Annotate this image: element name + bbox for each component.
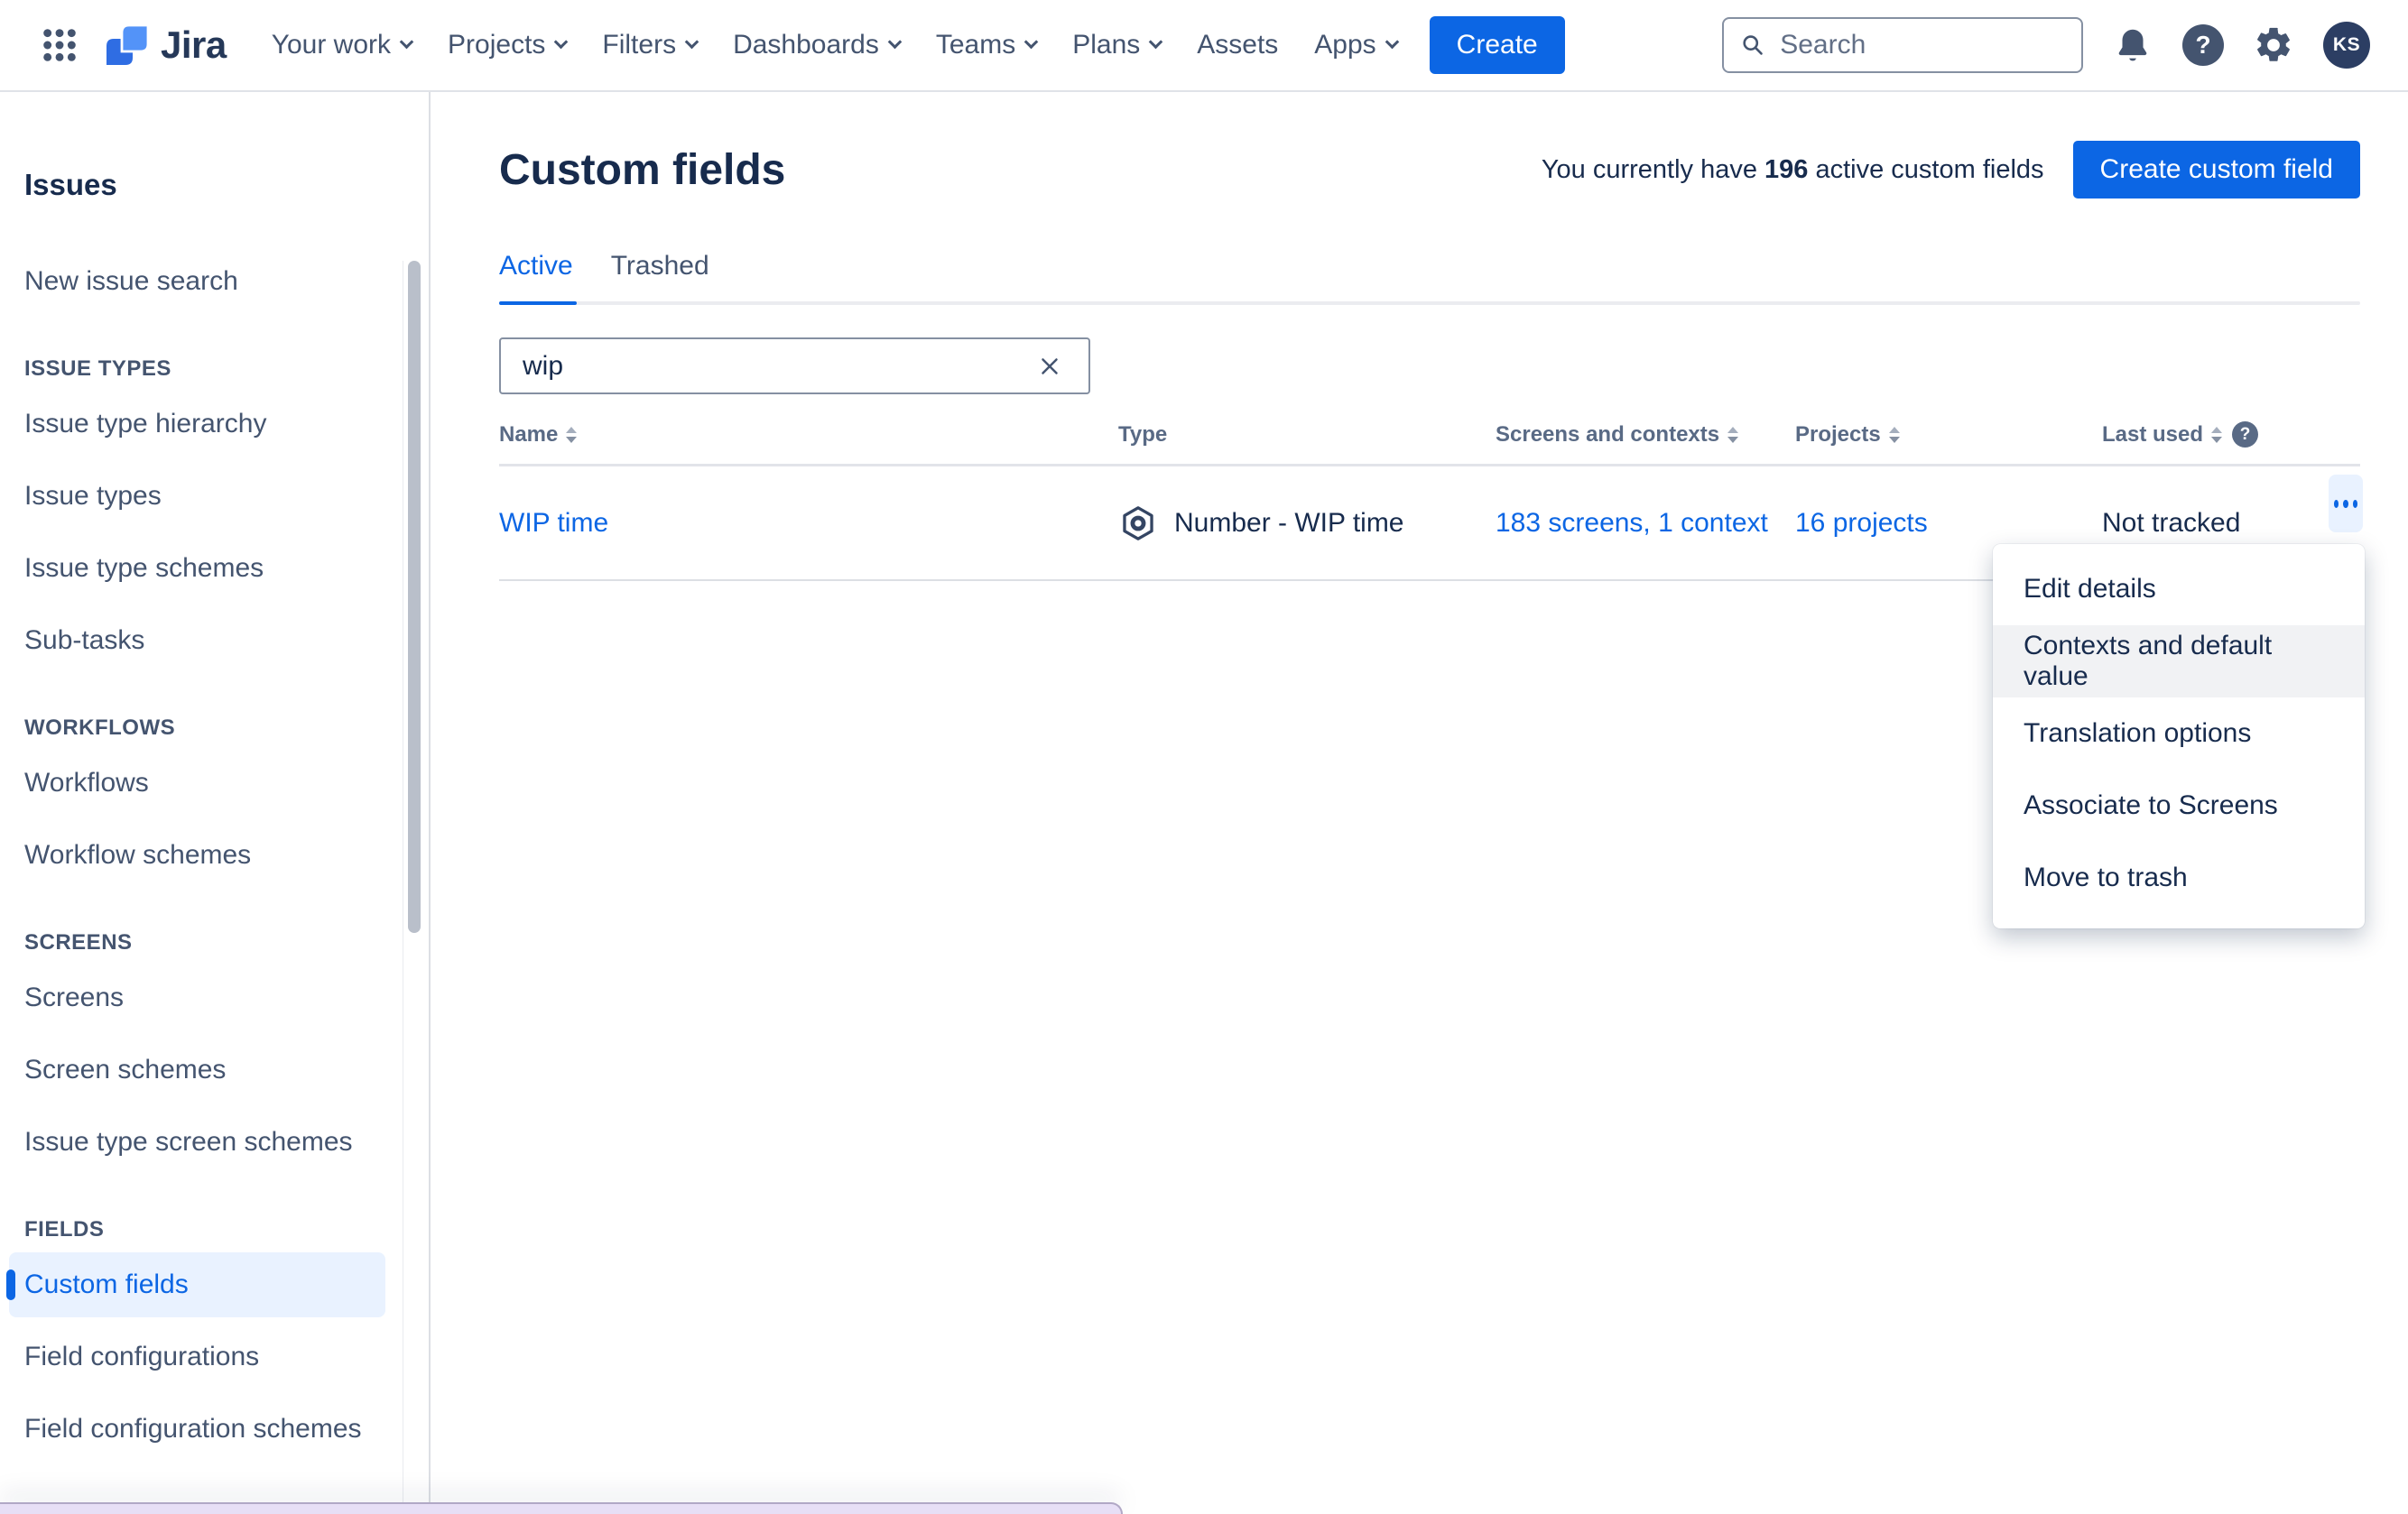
jira-wordmark: Jira — [161, 23, 227, 67]
sidebar-scrollbar[interactable] — [408, 261, 421, 933]
tab-trashed[interactable]: Trashed — [611, 251, 709, 282]
sidebar-item-issue-type-schemes[interactable]: Issue type schemes — [0, 532, 429, 605]
sidebar-item-workflow-schemes[interactable]: Workflow schemes — [0, 819, 429, 891]
last-used-help-icon[interactable]: ? — [2232, 421, 2258, 448]
chevron-down-icon — [1385, 35, 1399, 50]
field-name-link[interactable]: WIP time — [499, 508, 608, 538]
sidebar-section-screens: SCREENS — [0, 924, 429, 962]
gear-icon — [2253, 24, 2294, 66]
field-type-label: Number - WIP time — [1174, 508, 1404, 539]
menu-item-translation-options[interactable]: Translation options — [1993, 697, 2365, 770]
primary-nav: Your work Projects Filters Dashboards Te… — [254, 15, 1415, 75]
more-options-icon — [2334, 500, 2339, 508]
tab-track — [499, 301, 2360, 305]
nav-plans[interactable]: Plans — [1054, 15, 1179, 75]
top-navigation: Jira Your work Projects Filters Dashboar… — [0, 0, 2408, 92]
sort-icon — [1727, 427, 1738, 443]
tabs: Active Trashed — [499, 251, 2360, 282]
admin-sidebar: Issues New issue search ISSUE TYPES Issu… — [0, 92, 431, 1514]
table-header-row: Name Type Screens and contexts Projects … — [499, 421, 2360, 466]
sidebar-item-screens[interactable]: Screens — [0, 962, 429, 1034]
custom-fields-search-input[interactable] — [521, 350, 1031, 383]
sidebar-item-issue-type-hierarchy[interactable]: Issue type hierarchy — [0, 388, 429, 460]
notifications-button[interactable] — [2112, 24, 2153, 66]
nav-assets[interactable]: Assets — [1179, 15, 1296, 75]
chevron-down-icon — [888, 35, 903, 50]
settings-button[interactable] — [2253, 24, 2294, 66]
nav-teams[interactable]: Teams — [918, 15, 1054, 75]
sidebar-item-new-issue-search[interactable]: New issue search — [0, 245, 429, 318]
chevron-down-icon — [685, 35, 699, 50]
nav-filters[interactable]: Filters — [584, 15, 715, 75]
screens-contexts-link[interactable]: 183 screens, 1 context — [1496, 508, 1768, 538]
sidebar-item-custom-fields[interactable]: Custom fields — [9, 1252, 385, 1317]
nav-projects[interactable]: Projects — [430, 15, 584, 75]
custom-fields-search[interactable] — [499, 337, 1090, 394]
active-tab-indicator — [499, 301, 577, 305]
sidebar-item-field-configurations[interactable]: Field configurations — [0, 1321, 429, 1393]
chevron-down-icon — [1149, 35, 1163, 50]
close-icon — [1036, 353, 1063, 380]
nav-dashboards[interactable]: Dashboards — [715, 15, 918, 75]
sidebar-section-workflows: WORKFLOWS — [0, 709, 429, 747]
sort-icon — [2211, 427, 2222, 443]
page-title: Custom fields — [499, 145, 785, 195]
nav-apps[interactable]: Apps — [1296, 15, 1414, 75]
clear-search-button[interactable] — [1031, 347, 1069, 385]
bottom-popup-edge — [0, 1502, 1123, 1514]
row-actions-menu: Edit details Contexts and default value … — [1993, 544, 2365, 928]
column-header-screens-contexts[interactable]: Screens and contexts — [1496, 422, 1795, 448]
app-switcher-button[interactable] — [34, 20, 85, 70]
tab-active[interactable]: Active — [499, 251, 573, 282]
sidebar-item-screen-schemes[interactable]: Screen schemes — [0, 1034, 429, 1106]
sidebar-item-field-configuration-schemes[interactable]: Field configuration schemes — [0, 1393, 429, 1465]
column-header-type: Type — [1118, 422, 1496, 448]
nav-your-work[interactable]: Your work — [254, 15, 430, 75]
question-mark-icon: ? — [2182, 24, 2224, 66]
chevron-down-icon — [554, 35, 569, 50]
create-button[interactable]: Create — [1430, 16, 1565, 74]
menu-item-move-to-trash[interactable]: Move to trash — [1993, 842, 2365, 914]
sidebar-item-workflows[interactable]: Workflows — [0, 747, 429, 819]
chevron-down-icon — [400, 35, 414, 50]
last-used-value: Not tracked — [2102, 508, 2360, 539]
projects-link[interactable]: 16 projects — [1795, 508, 1928, 538]
sidebar-item-issue-types[interactable]: Issue types — [0, 460, 429, 532]
column-header-name[interactable]: Name — [499, 422, 1118, 448]
sidebar-section-issue-types: ISSUE TYPES — [0, 350, 429, 388]
more-options-button[interactable] — [2329, 475, 2363, 532]
menu-item-edit-details[interactable]: Edit details — [1993, 553, 2365, 625]
help-button[interactable]: ? — [2182, 24, 2224, 66]
sort-icon — [1889, 427, 1900, 443]
create-custom-field-button[interactable]: Create custom field — [2073, 141, 2360, 198]
sidebar-section-fields: FIELDS — [0, 1211, 429, 1249]
sidebar-item-sub-tasks[interactable]: Sub-tasks — [0, 605, 429, 677]
sort-icon — [566, 427, 577, 443]
field-type-cell: Number - WIP time — [1118, 503, 1496, 543]
menu-item-associate-to-screens[interactable]: Associate to Screens — [1993, 770, 2365, 842]
chevron-down-icon — [1024, 35, 1039, 50]
number-field-icon — [1118, 503, 1158, 543]
jira-logo[interactable]: Jira — [105, 22, 227, 69]
global-search[interactable] — [1722, 17, 2083, 73]
sidebar-item-issue-type-screen-schemes[interactable]: Issue type screen schemes — [0, 1106, 429, 1178]
sidebar-title: Issues — [24, 168, 429, 202]
global-search-input[interactable] — [1778, 29, 2065, 61]
bell-icon — [2112, 24, 2153, 66]
column-header-last-used[interactable]: Last used ? — [2102, 421, 2360, 448]
column-header-projects[interactable]: Projects — [1795, 422, 2102, 448]
user-avatar[interactable]: KS — [2323, 22, 2370, 69]
menu-item-contexts-and-default-value[interactable]: Contexts and default value — [1993, 625, 2365, 697]
app-grid-icon — [42, 27, 78, 63]
jira-logo-icon — [105, 22, 152, 69]
active-fields-count: You currently have 196 active custom fie… — [1542, 155, 2044, 185]
search-icon — [1740, 31, 1765, 60]
count-number: 196 — [1764, 155, 1808, 184]
